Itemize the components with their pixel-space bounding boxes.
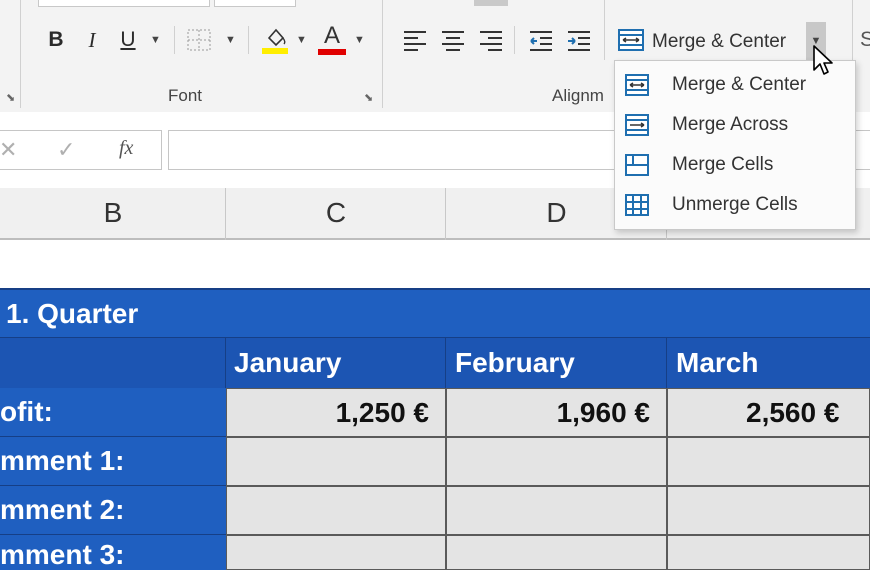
value-cell[interactable] [446,486,667,535]
font-color-dropdown-icon[interactable]: ▼ [354,34,365,46]
menu-item-label: Unmerge Cells [672,194,798,215]
column-header-b[interactable]: B [0,188,226,240]
align-left-icon[interactable] [402,28,428,57]
menu-item-merge-across[interactable]: Merge Across [615,105,855,145]
font-size-field[interactable] [214,0,296,7]
font-launcher-icon[interactable]: ⬊ [364,91,373,104]
alignment-group-label: Alignm [552,86,604,105]
font-color-button[interactable]: A [318,22,348,56]
group-divider [382,0,383,108]
month-header-cell[interactable]: February [446,338,667,388]
value-cell[interactable] [226,535,446,570]
menu-item-label: Merge Cells [672,154,774,175]
row-label-cell[interactable]: mment 1: [0,437,226,486]
divider [604,0,605,60]
month-header-cell[interactable]: January [226,338,446,388]
underline-dropdown-icon[interactable]: ▼ [150,34,161,46]
borders-dropdown-icon[interactable]: ▼ [225,34,236,46]
font-group-label: Font [168,86,203,105]
font-name-field[interactable] [38,0,210,7]
empty-row[interactable] [0,240,870,288]
row-label-cell[interactable]: mment 2: [0,486,226,535]
value-cell[interactable]: 1,960 € [446,388,667,437]
merge-center-label: Merge & Center [652,31,787,52]
bold-button[interactable]: B [42,24,70,56]
column-header-c[interactable]: C [226,188,446,240]
enter-icon[interactable]: ✓ [57,137,75,163]
menu-item-label: Merge Across [672,114,789,135]
decrease-indent-icon[interactable] [528,28,554,57]
number-format-partial[interactable]: S [860,28,870,52]
divider [852,0,853,60]
insert-function-icon[interactable]: fx [119,137,133,160]
value-cell[interactable] [446,437,667,486]
merge-center-icon [625,73,649,97]
align-center-icon[interactable] [440,28,466,57]
mouse-cursor-icon [812,44,836,83]
value-cell[interactable]: 2,560 € [667,388,870,437]
value-cell[interactable] [226,486,446,535]
merge-dropdown-menu: Merge & Center Merge Across Merge Cells … [614,60,856,230]
divider [174,26,175,54]
row-label-cell[interactable]: ofit: [0,388,226,437]
quarter-title-cell[interactable]: 1. Quarter [0,288,870,338]
menu-item-unmerge-cells[interactable]: Unmerge Cells [615,185,855,225]
group-divider [20,0,21,108]
font-color-swatch [318,49,346,55]
month-header-cell[interactable]: March [667,338,870,388]
formula-buttons-box: ✕ ✓ fx [0,130,162,170]
clipboard-launcher-icon[interactable]: ⬊ [6,91,15,104]
row-label-cell[interactable]: mment 3: [0,535,226,570]
value-cell[interactable] [667,535,870,570]
merge-center-button[interactable]: Merge & Center [614,24,806,60]
unmerge-cells-icon [625,193,649,217]
borders-icon[interactable] [186,28,212,57]
align-right-icon[interactable] [478,28,504,57]
divider [514,26,515,54]
value-cell[interactable] [226,437,446,486]
merge-center-icon [618,28,644,57]
cancel-icon[interactable]: ✕ [0,137,17,163]
italic-button[interactable]: I [78,24,106,56]
value-cell[interactable] [667,486,870,535]
month-corner-cell[interactable] [0,338,226,388]
fill-color-icon[interactable] [260,24,292,61]
value-cell[interactable] [667,437,870,486]
underline-button[interactable]: U [114,24,142,56]
increase-indent-icon[interactable] [566,28,592,57]
value-cell[interactable]: 1,250 € [226,388,446,437]
merge-across-icon [625,113,649,137]
font-color-letter: A [324,22,341,49]
fill-color-dropdown-icon[interactable]: ▼ [296,34,307,46]
wrap-text-button-edge[interactable] [474,0,508,6]
menu-item-merge-cells[interactable]: Merge Cells [615,145,855,185]
merge-cells-icon [625,153,649,177]
value-cell[interactable] [446,535,667,570]
menu-item-label: Merge & Center [672,74,807,95]
divider [248,26,249,54]
